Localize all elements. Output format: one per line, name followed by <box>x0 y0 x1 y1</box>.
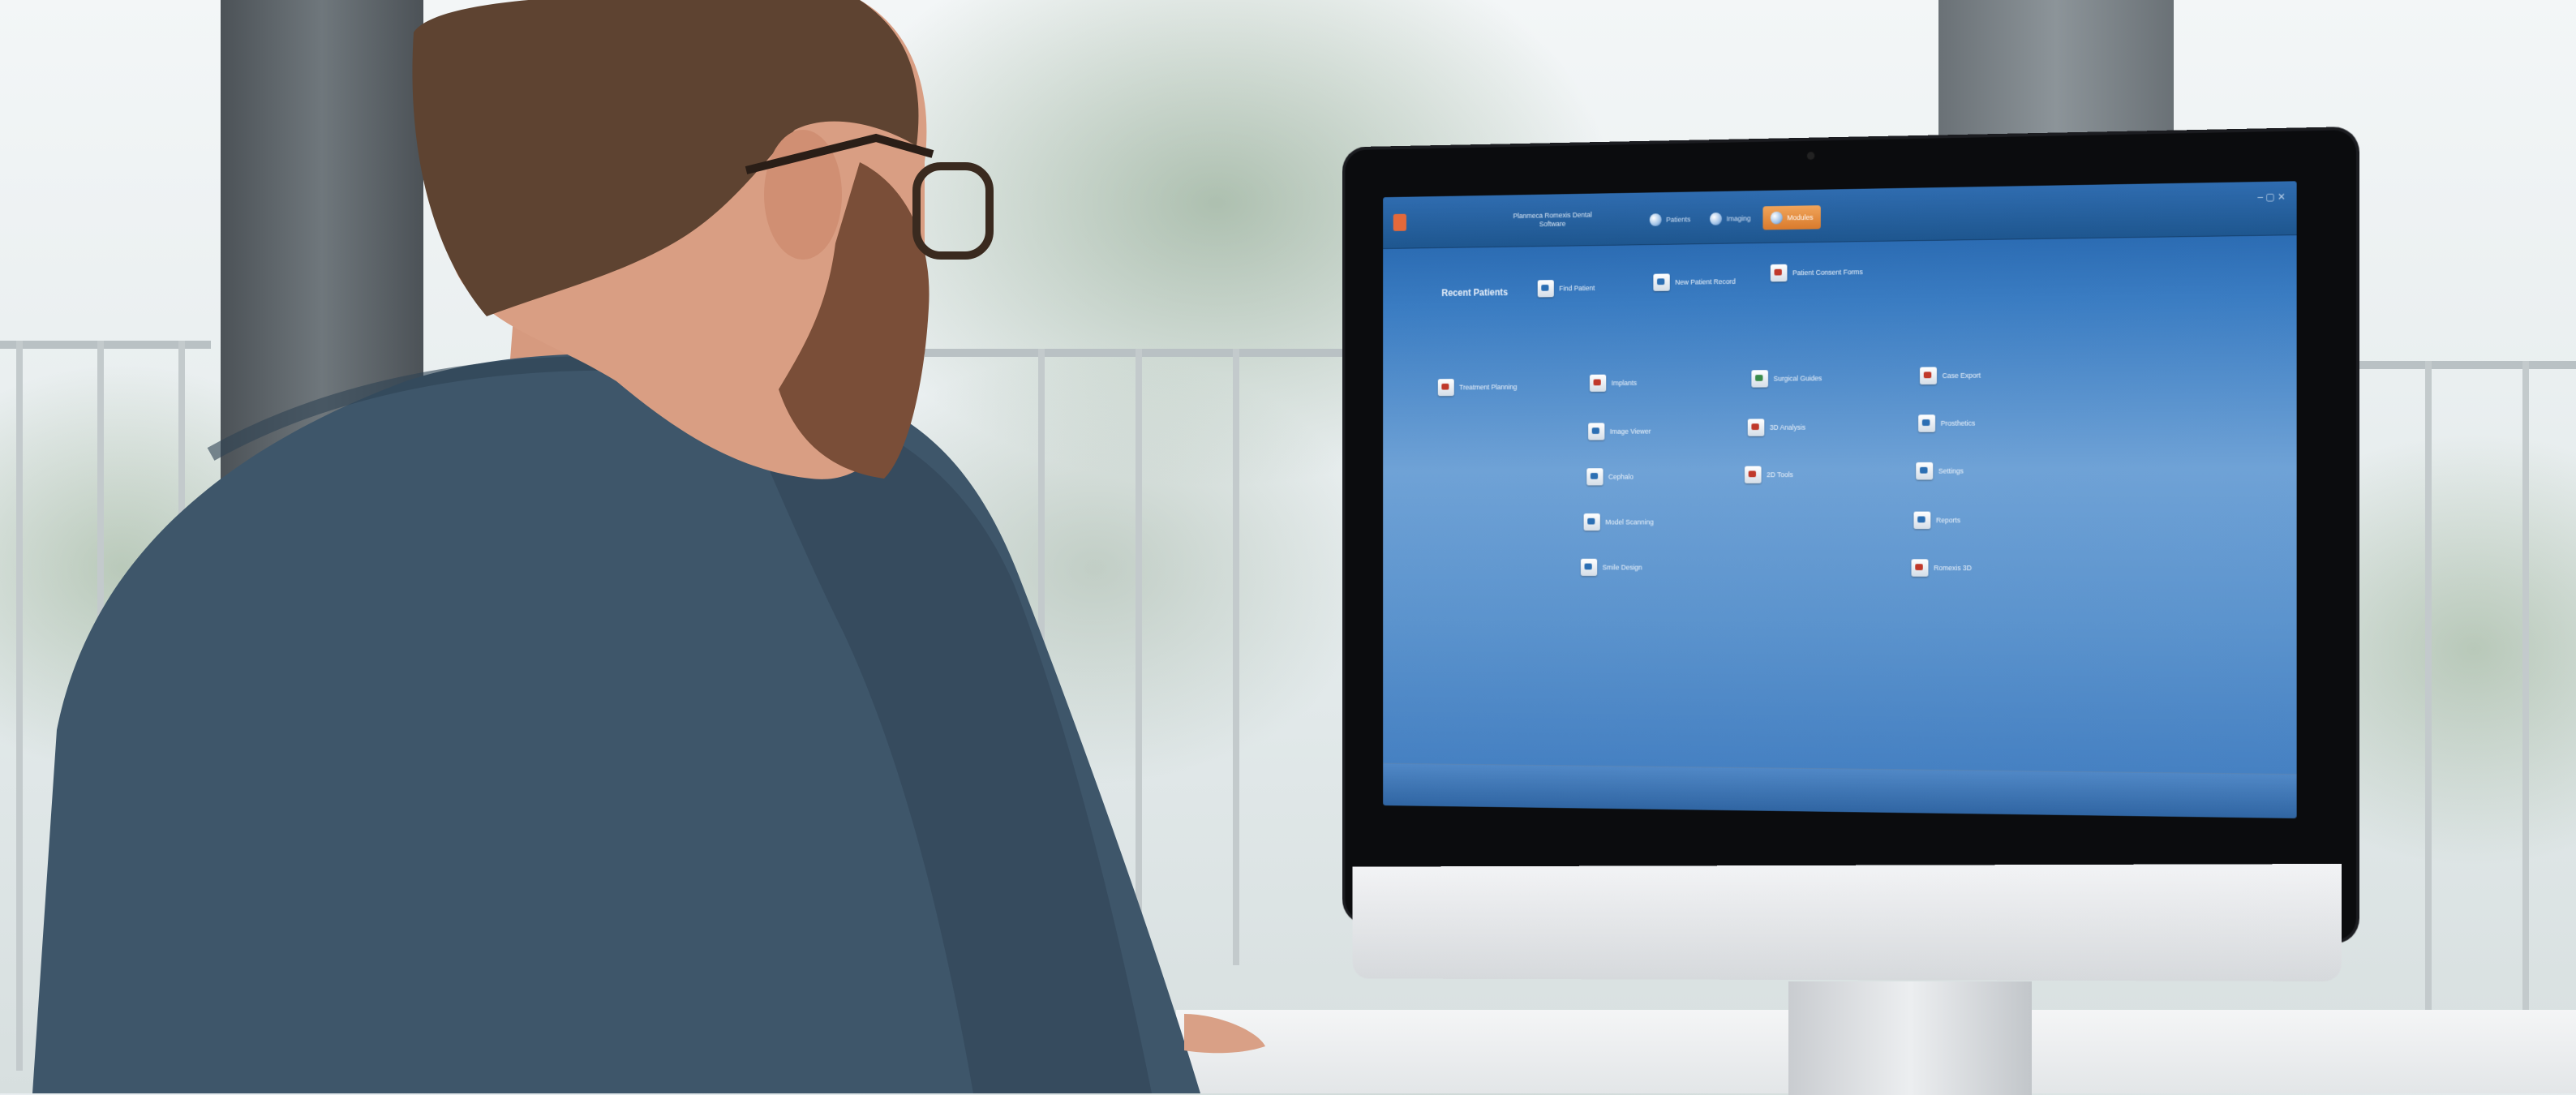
tile-case-export[interactable]: Case Export <box>1919 367 1981 385</box>
nav-tab-label: Modules <box>1787 213 1814 222</box>
nav-tab-patients[interactable]: Patients <box>1642 208 1698 232</box>
tile-settings[interactable]: Settings <box>1916 462 1964 480</box>
tile-label: Smile Design <box>1602 563 1642 572</box>
module-tile-icon <box>1747 419 1765 436</box>
imaging-icon <box>1710 212 1722 225</box>
module-tile-icon <box>1919 367 1937 385</box>
patient-icon <box>1649 213 1662 226</box>
tile-2d-tools[interactable]: 2D Tools <box>1744 466 1793 484</box>
module-tile-icon <box>1744 466 1762 484</box>
module-tile-icon <box>1586 468 1604 486</box>
module-tile-icon <box>1588 423 1605 440</box>
person-illustration <box>32 0 1265 1093</box>
module-tile-icon <box>1916 462 1934 480</box>
tile-prosthetics[interactable]: Prosthetics <box>1918 414 1975 432</box>
tile-treatment-planning[interactable]: Treatment Planning <box>1437 378 1518 397</box>
app-toolbar: Planmeca Romexis Dental Software Patient… <box>1383 181 2297 249</box>
tile-label: Settings <box>1938 466 1964 475</box>
module-tile-icon <box>1911 559 1929 577</box>
window-controls[interactable]: – ▢ ✕ <box>2258 191 2286 204</box>
railing-post <box>2522 361 2529 1058</box>
tile-label: Image Viewer <box>1609 427 1651 436</box>
module-tile-icon <box>1589 374 1607 393</box>
nav-tab-label: Imaging <box>1726 214 1751 223</box>
app-screen: Planmeca Romexis Dental Software Patient… <box>1383 181 2297 818</box>
tile-smile-design[interactable]: Smile Design <box>1580 558 1642 577</box>
module-tile-icon <box>1918 414 1936 432</box>
nav-tab-imaging[interactable]: Imaging <box>1702 206 1758 230</box>
tile-label: Prosthetics <box>1940 419 1976 427</box>
tile-model-scanning[interactable]: Model Scanning <box>1583 513 1654 531</box>
tile-label: Patient Consent Forms <box>1792 268 1863 277</box>
module-tile-icon <box>1537 280 1554 298</box>
tile-3d-analysis[interactable]: 3D Analysis <box>1747 419 1806 436</box>
tile-consent-forms[interactable]: Patient Consent Forms <box>1770 263 1863 282</box>
tile-reports[interactable]: Reports <box>1913 511 1961 530</box>
tile-label: Implants <box>1611 379 1638 388</box>
tile-label: New Patient Record <box>1675 277 1736 286</box>
monitor-chin <box>1352 864 2342 981</box>
app-title: Planmeca Romexis Dental Software <box>1513 210 1592 229</box>
tile-label: Find Patient <box>1559 284 1595 293</box>
module-tile-icon <box>1583 513 1600 531</box>
tile-label: 3D Analysis <box>1769 423 1806 432</box>
section-title: Recent Patients <box>1441 286 1509 298</box>
tile-label: 2D Tools <box>1767 470 1793 479</box>
nav-tab-modules[interactable]: Modules <box>1762 205 1821 230</box>
tile-label: Cephalo <box>1608 472 1634 481</box>
module-tile-icon <box>1751 370 1769 388</box>
modules-icon <box>1770 211 1783 225</box>
module-tile-icon <box>1770 264 1788 282</box>
tile-cephalo[interactable]: Cephalo <box>1586 468 1634 486</box>
tile-find-patient[interactable]: Find Patient <box>1537 279 1595 298</box>
monitor-stand <box>1788 981 2032 1095</box>
railing-post <box>2425 361 2432 1058</box>
photo-scene: Planmeca Romexis Dental Software Patient… <box>0 0 2576 1095</box>
tile-new-patient[interactable]: New Patient Record <box>1653 273 1736 291</box>
module-tile-icon <box>1437 379 1454 397</box>
module-tile-icon <box>1913 511 1931 530</box>
tile-label: Model Scanning <box>1605 517 1654 526</box>
tile-label: Case Export <box>1942 371 1981 380</box>
webcam-icon <box>1806 152 1815 161</box>
module-tile-icon <box>1653 273 1670 291</box>
nav-tab-label: Patients <box>1666 215 1691 224</box>
tile-label: Treatment Planning <box>1459 383 1518 392</box>
tile-label: Romexis 3D <box>1934 564 1972 573</box>
monitor: Planmeca Romexis Dental Software Patient… <box>1286 130 2356 1095</box>
tile-surgical-guides[interactable]: Surgical Guides <box>1751 370 1822 388</box>
tile-implants[interactable]: Implants <box>1589 374 1638 393</box>
module-tile-icon <box>1580 558 1598 577</box>
tile-label: Reports <box>1935 516 1961 525</box>
app-status-bar <box>1383 762 2297 818</box>
tile-romexis-3d[interactable]: Romexis 3D <box>1911 559 1972 577</box>
tile-label: Surgical Guides <box>1773 374 1823 383</box>
app-logo-icon[interactable] <box>1393 213 1406 231</box>
tile-image-viewer[interactable]: Image Viewer <box>1588 423 1651 440</box>
railing-rail <box>2336 361 2576 369</box>
monitor-bezel: Planmeca Romexis Dental Software Patient… <box>1345 130 2356 941</box>
